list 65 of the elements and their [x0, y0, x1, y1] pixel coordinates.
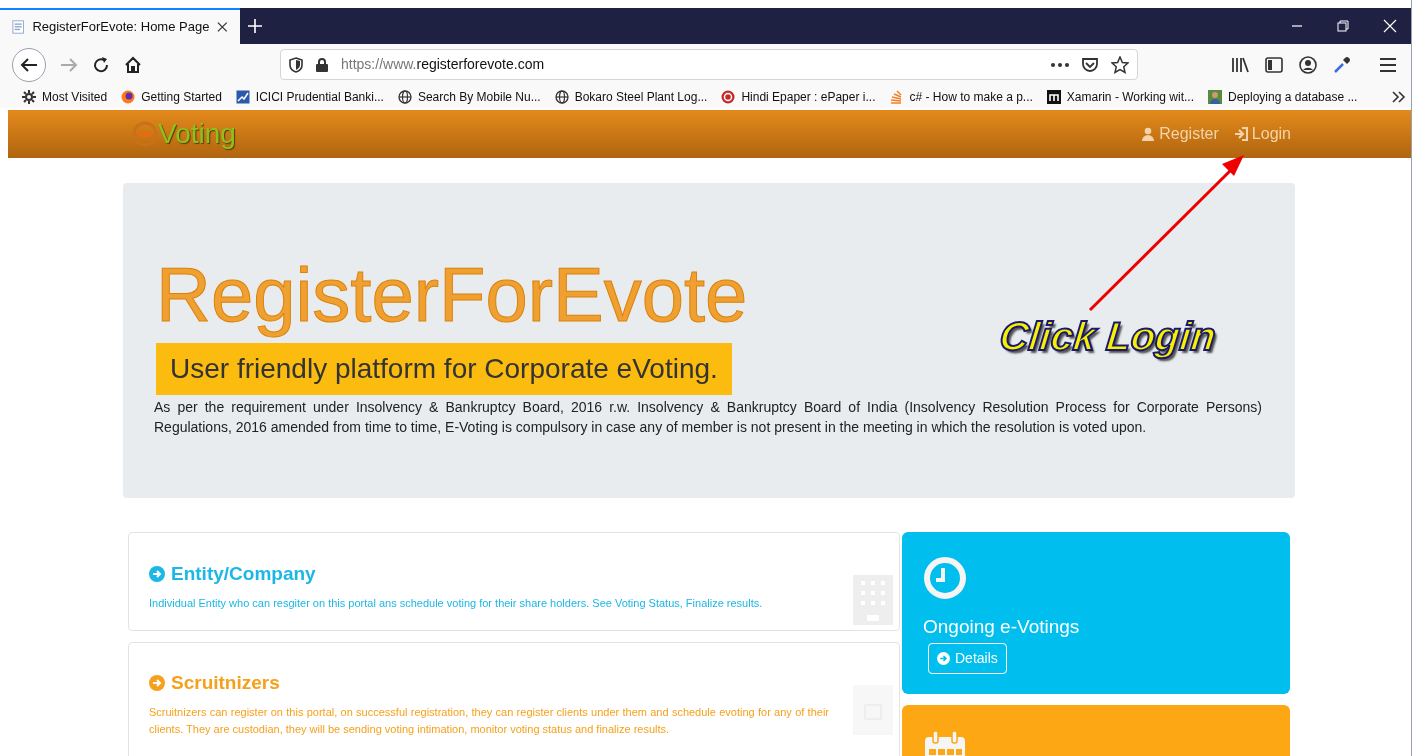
sign-in-icon	[1234, 127, 1248, 141]
home-icon[interactable]	[124, 55, 142, 74]
circle-badge-icon	[721, 89, 736, 104]
card-description: Individual Entity who can resgiter on this portal ans schedule voting for their share holders. See Voting Status, Finalize results.	[149, 595, 764, 611]
back-arrow-icon	[20, 56, 38, 73]
more-icon[interactable]	[1051, 62, 1069, 67]
bookmark-label: Xamarin - Working wit...	[1066, 88, 1194, 106]
bookmark-label: Search By Mobile Nu...	[417, 88, 541, 106]
eyedropper-icon[interactable]	[1333, 55, 1351, 74]
star-icon[interactable]	[1111, 55, 1129, 74]
chart-icon	[235, 89, 250, 104]
bookmark-label: Deploying a database ...	[1228, 88, 1358, 106]
bookmark-item[interactable]: Deploying a database ...	[1208, 87, 1358, 106]
tab-title: RegisterForEvote: Home Page	[32, 18, 210, 37]
browser-tab[interactable]: RegisterForEvote: Home Page	[0, 8, 240, 44]
person-thumbnail-icon	[1208, 89, 1222, 104]
globe-icon	[554, 89, 569, 104]
menu-icon[interactable]	[1379, 57, 1397, 72]
stack-icon	[889, 89, 904, 104]
restore-icon[interactable]	[1337, 20, 1349, 32]
chevron-icon[interactable]	[1391, 90, 1407, 103]
fox-logo-icon	[121, 89, 136, 104]
hero-description: As per the requirement under Insolvency & Bankruptcy Board, 2016 r.w. Insolvency & Bankruptcy Board of India (Insolvency Resolution Process for Corporate Persons) Regulations, 2016 amended from time to time, E-Voting is compulsory in case any of member is not present in the meeting in which the resolution is voted upon.	[154, 398, 1262, 437]
lock-icon	[315, 56, 329, 73]
annotation-text: Click Login	[996, 313, 1219, 361]
bookmark-item[interactable]: Xamarin - Working wit...	[1046, 87, 1194, 106]
sidebar-icon[interactable]	[1265, 56, 1283, 73]
clock-icon	[923, 556, 967, 600]
card-title: Scruitnizers	[171, 671, 280, 695]
new-tab-icon[interactable]	[247, 18, 263, 34]
account-icon[interactable]	[1299, 55, 1317, 74]
bookmark-label: Bokaro Steel Plant Log...	[574, 88, 708, 106]
bookmark-item[interactable]: c# - How to make a p...	[889, 87, 1033, 106]
tagline-banner: User friendly platform for Corporate eVoting.	[156, 343, 732, 395]
bookmark-label: c# - How to make a p...	[909, 88, 1033, 106]
globe-icon	[397, 89, 412, 104]
library-icon[interactable]	[1231, 56, 1249, 73]
url-text: https://www.registerforevote.com	[341, 55, 546, 74]
bookmark-item[interactable]: Getting Started	[121, 87, 222, 106]
gear-icon	[22, 89, 36, 104]
bookmark-item[interactable]: Search By Mobile Nu...	[397, 87, 541, 106]
address-bar[interactable]: https://www.registerforevote.com	[280, 49, 1138, 80]
card-description: Scruitnizers can register on this portal, on successful registration, they can register clients under them and schedule evoting for any of their clients. They are custodian, they will be sending voting intimation, monitor voting status and finalize results.	[149, 704, 830, 737]
shield-icon	[289, 56, 303, 73]
hero-title: RegisterForEvote	[156, 255, 749, 335]
bookmark-item[interactable]: Bokaro Steel Plant Log...	[554, 87, 708, 106]
page-icon	[12, 19, 25, 35]
logo-text: Voting	[158, 120, 236, 148]
bookmark-item[interactable]: ICICI Prudential Banki...	[235, 87, 384, 106]
tile-title: Ongoing e-Votings	[923, 616, 1081, 638]
logo-icon	[132, 121, 158, 147]
back-button[interactable]	[12, 47, 46, 82]
bookmark-label: Hindi Epaper : ePaper i...	[741, 88, 876, 106]
user-icon	[1142, 127, 1156, 141]
reload-icon[interactable]	[92, 55, 110, 74]
bookmark-label: ICICI Prudential Banki...	[255, 88, 384, 106]
arrow-circle-icon	[937, 652, 950, 665]
bookmark-label: Most Visited	[42, 88, 108, 106]
close-icon[interactable]	[217, 21, 228, 33]
bookmark-item[interactable]: Hindi Epaper : ePaper i...	[721, 87, 876, 106]
pocket-icon[interactable]	[1081, 56, 1099, 73]
letter-tile-icon	[1046, 89, 1061, 104]
card-title: Entity/Company	[171, 562, 316, 586]
bookmark-item[interactable]: Most Visited	[22, 87, 108, 106]
bookmark-label: Getting Started	[141, 88, 222, 106]
